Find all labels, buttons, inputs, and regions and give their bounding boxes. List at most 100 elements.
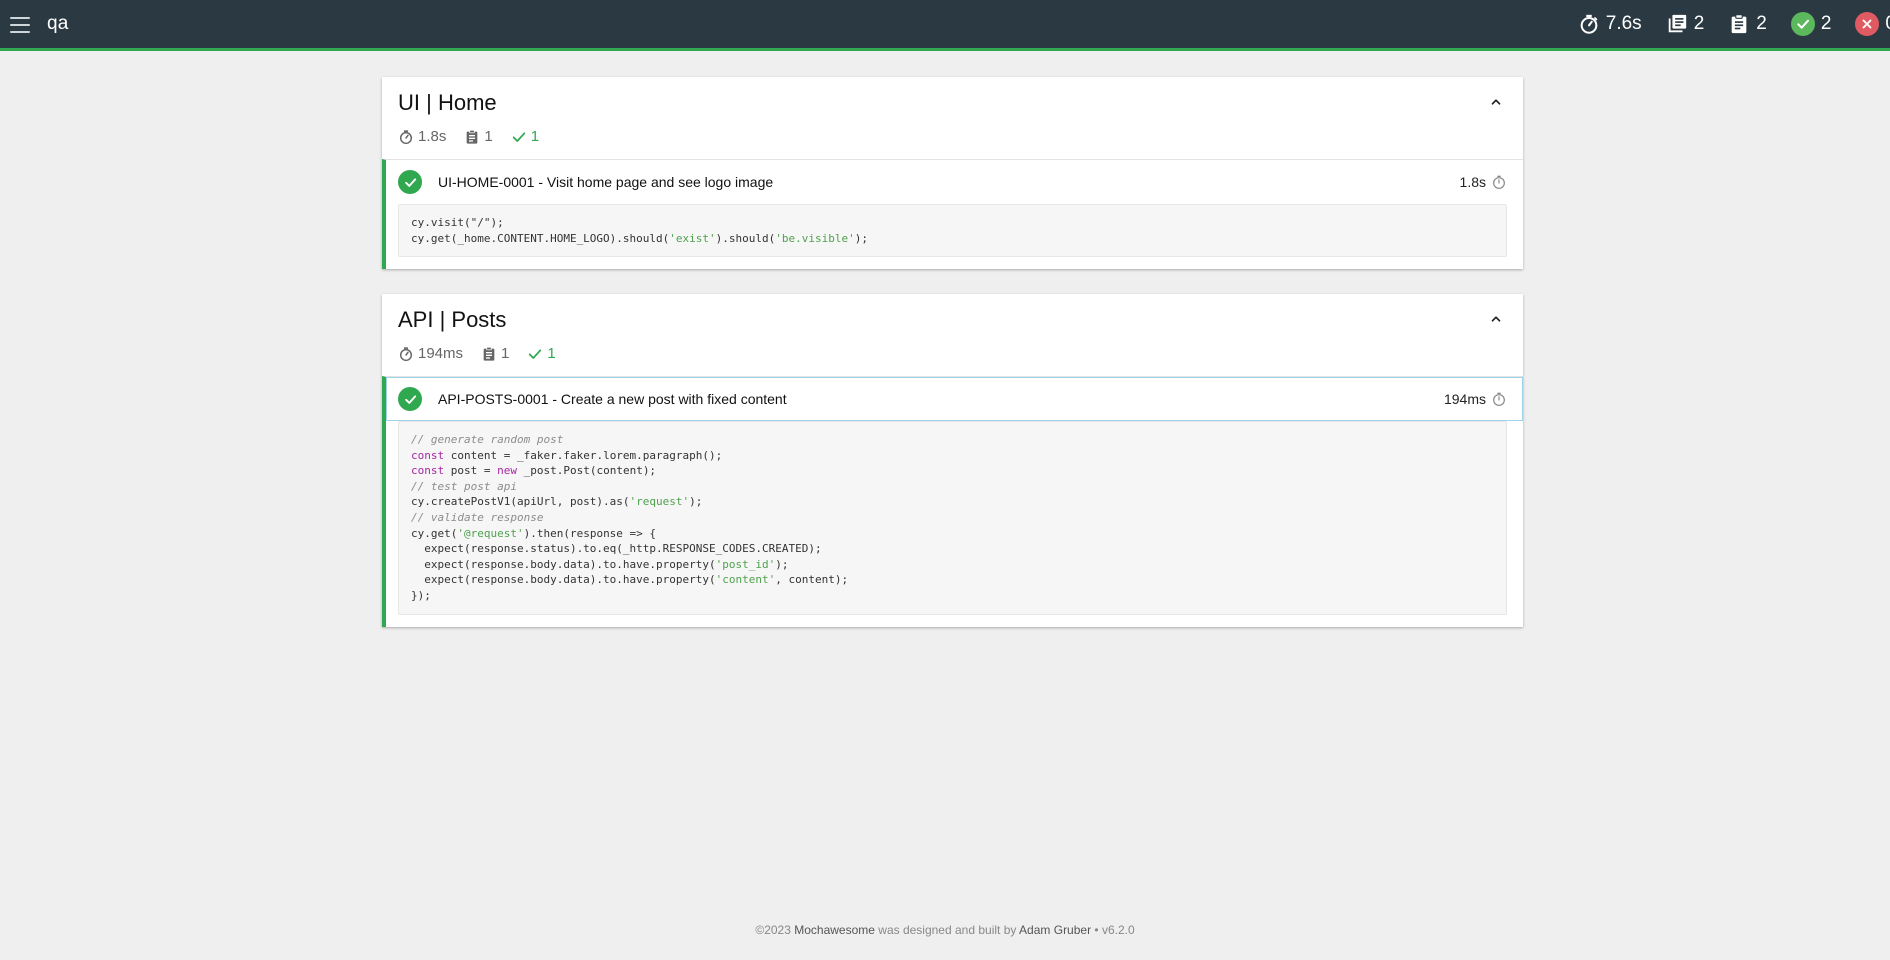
test-duration: 194ms [1444,391,1507,407]
test-duration-value: 194ms [1443,391,1486,407]
suite-passes: 1 [527,345,556,362]
summary-stats: 7.6s 2 2 2 0 [1554,0,1890,48]
suite-card: UI | Home 1.8s 1 1 UI-HOME-0001 - Visit … [382,77,1523,270]
code-token: 'request' [629,495,690,509]
suite-passes-value: 1 [530,128,540,145]
code-token: // validate response [411,510,544,524]
code-token: cy.get( [411,526,458,540]
suite-duration-value: 1.8s [418,128,447,145]
suite-card: API | Posts 194ms 1 1 API-POSTS-0001 - C… [382,294,1523,627]
menu-icon[interactable] [10,17,30,33]
stat-failures-value: 0 [1885,13,1890,35]
code-token: ).should( [715,231,776,245]
code-token: new [497,464,517,478]
stat-passes[interactable]: 2 [1790,12,1832,36]
code-token: // test post api [411,479,517,493]
suite-duration: 1.8s [398,128,446,145]
footer-copyright: ©2023 [755,923,795,937]
clipboard-icon [464,129,480,145]
suite-passes-value: 1 [547,345,556,362]
collapse-button[interactable] [1485,91,1507,113]
code-token: _post.Post(content); [516,464,657,478]
clipboard-icon [481,346,497,362]
cancel-circle-icon [1855,12,1880,36]
stat-failures[interactable]: 0 [1855,12,1890,36]
test-code-container: // generate random post const content = … [386,421,1523,627]
code-token: '@request' [457,526,524,540]
collapse-button[interactable] [1485,308,1507,330]
stat-suites-value: 2 [1693,13,1705,34]
stopwatch-icon [398,346,414,362]
suite-tests-value: 1 [501,345,510,362]
check-circle-icon [398,387,422,411]
suite-tests: 1 [464,128,493,145]
code-token: expect(response.status).to.eq(_http.RESP… [411,542,822,556]
check-icon [511,129,527,145]
library-books-icon [1666,13,1688,35]
stopwatch-icon [1578,13,1600,35]
suite-summary: 194ms 1 1 [398,345,574,362]
stat-tests-value: 2 [1756,13,1767,34]
test-code: cy.visit("/"); cy.get(_home.CONTENT.HOME… [398,204,1507,258]
code-token: cy.createPostV1(apiUrl, post).as( [411,495,630,509]
code-token: ).then(response => { [523,526,657,540]
code-token: ); [854,231,868,245]
code-token: cy.visit("/"); [411,216,504,229]
code-token: const [411,448,445,462]
top-navbar: qa 7.6s 2 2 2 [0,0,1890,51]
check-circle-icon [1790,12,1815,36]
code-token: 'exist' [669,231,716,245]
test-duration: 1.8s [1460,174,1507,190]
code-token: const [411,464,445,478]
footer: ©2023 Mochawesome was designed and built… [0,923,1890,937]
test-header[interactable]: API-POSTS-0001 - Create a new post with … [386,377,1523,421]
code-token: content = _faker.faker.lorem.paragraph()… [444,448,723,462]
footer-author-link[interactable]: Adam Gruber [1019,923,1091,937]
clipboard-icon [1728,13,1750,35]
test-header[interactable]: UI-HOME-0001 - Visit home page and see l… [386,160,1523,204]
suite-title: API | Posts [398,307,507,332]
footer-brand-link[interactable]: Mochawesome [794,923,875,937]
stat-duration[interactable]: 7.6s [1578,13,1642,35]
chevron-up-icon [1491,316,1501,322]
suite-passes: 1 [511,128,539,145]
code-token: // generate random post [411,433,564,446]
test-item: UI-HOME-0001 - Visit home page and see l… [382,159,1523,270]
test-code-container: cy.visit("/"); cy.get(_home.CONTENT.HOME… [386,204,1523,269]
stat-tests[interactable]: 2 [1728,13,1767,35]
check-icon [527,346,543,362]
code-token: cy.get(_home.CONTENT.HOME_LOGO).should( [411,231,670,245]
suite-tests: 1 [481,345,509,362]
suite-summary: 1.8s 1 1 [398,128,557,145]
chevron-up-icon [1491,99,1501,105]
suite-header: API | Posts 194ms 1 1 [382,294,1523,376]
test-title: API-POSTS-0001 - Create a new post with … [438,391,787,407]
code-token: expect(response.body.data).to.have.prope… [411,557,716,571]
test-code: // generate random post const content = … [398,421,1507,615]
test-item: API-POSTS-0001 - Create a new post with … [382,376,1523,627]
timer-icon [1491,391,1507,407]
suite-header: UI | Home 1.8s 1 1 [382,77,1523,159]
stat-suites[interactable]: 2 [1666,13,1705,35]
stat-duration-value: 7.6s [1605,13,1642,34]
code-token: 'post_id' [715,557,776,571]
code-token: post = [444,464,498,478]
footer-text: was designed and built by [874,923,1020,937]
stat-passes-value: 2 [1820,13,1832,34]
code-token: 'content' [715,573,776,587]
code-token: ); [775,557,789,571]
code-token: ); [689,495,703,509]
footer-version: • v6.2.0 [1091,923,1135,937]
suite-duration-value: 194ms [418,345,464,362]
report-title: qa [47,13,69,34]
timer-icon [1491,174,1507,190]
suite-tests-value: 1 [484,128,493,145]
code-token: 'be.visible' [775,231,855,245]
suite-title: UI | Home [398,90,497,115]
suite-duration: 194ms [398,345,463,362]
code-token: }); [411,588,431,602]
code-token: , content); [775,573,849,587]
check-circle-icon [398,170,422,194]
code-token: expect(response.body.data).to.have.prope… [411,573,716,587]
stopwatch-icon [398,129,414,145]
